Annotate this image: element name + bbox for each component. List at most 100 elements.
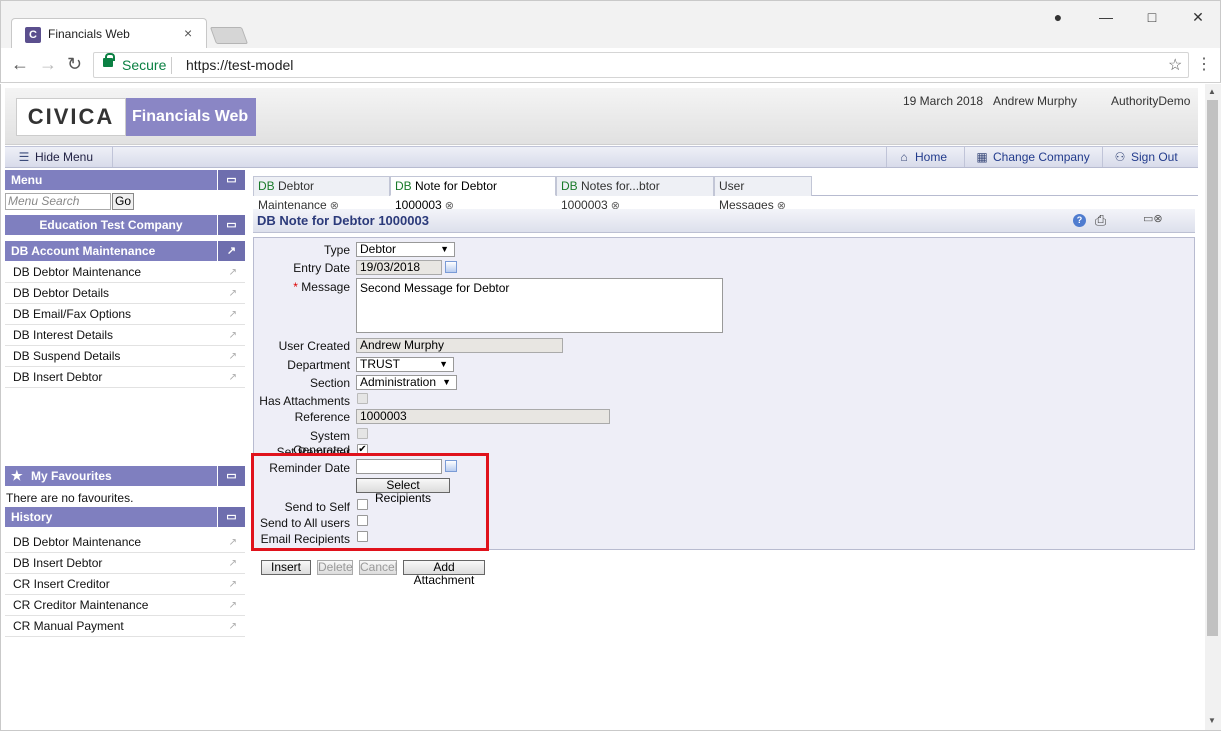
menu-item[interactable]: DB Debtor Maintenance ↗ [5, 262, 245, 283]
vertical-scrollbar[interactable]: ▲ ▼ [1205, 84, 1221, 730]
bookmark-star-icon[interactable]: ☆ [1168, 55, 1182, 75]
browser-tab[interactable]: C Financials Web × [11, 18, 207, 49]
reference-field: 1000003 [356, 409, 610, 424]
new-tab-button[interactable] [209, 27, 249, 44]
history-item[interactable]: CR Insert Creditor ↗ [5, 574, 245, 595]
history-header: History ▭ [5, 507, 245, 527]
tab-user-messages[interactable]: User Messages ⊗ [714, 176, 812, 212]
header-date: 19 March 2018 [903, 94, 984, 108]
hide-menu-button[interactable]: ☰ Hide Menu [5, 147, 113, 167]
open-external-icon[interactable]: ↗ [229, 305, 237, 325]
tab-close-icon[interactable]: × [184, 25, 192, 41]
app-toolbar: ☰ Hide Menu ⌂ Home ▦ Change Company ⚇ Sign O… [5, 146, 1198, 168]
print-icon[interactable]: ⎙ [1095, 212, 1106, 229]
browser-titlebar: C Financials Web × ● — □ ✕ [0, 0, 1221, 49]
panel-toggle-icon[interactable]: ▭ [217, 170, 245, 190]
open-external-icon[interactable]: ↗ [229, 263, 237, 283]
scroll-down-icon[interactable]: ▼ [1208, 716, 1216, 725]
section-header[interactable]: DB Account Maintenance ↗ [5, 241, 245, 261]
header-authority: AuthorityDemo [1111, 94, 1191, 108]
section-folder-icon[interactable]: ↗ [217, 241, 245, 261]
forward-icon[interactable]: → [39, 54, 57, 75]
home-icon: ⌂ [900, 150, 908, 164]
dropdown-arrow-icon: ▼ [439, 359, 448, 369]
user-icon: ⚇ [1114, 150, 1126, 164]
open-external-icon[interactable]: ↗ [229, 596, 237, 616]
insert-button[interactable]: Insert [261, 560, 311, 575]
department-select[interactable]: TRUST ▼ [356, 357, 454, 372]
hide-menu-icon: ☰ [18, 150, 30, 164]
open-external-icon[interactable]: ↗ [229, 326, 237, 346]
form-title: DB Note for Debtor 1000003 [257, 213, 429, 228]
add-attachment-button[interactable]: Add Attachment [403, 560, 485, 587]
url-separator [171, 57, 172, 74]
change-company-button[interactable]: ▦ Change Company [964, 147, 1102, 167]
menu-item[interactable]: DB Insert Debtor ↗ [5, 367, 245, 388]
dropdown-arrow-icon: ▼ [442, 377, 451, 387]
company-toggle-icon[interactable]: ▭ [217, 215, 245, 235]
page-viewport: ▲ ▼ CIVICA Financials Web 19 March 2018 … [0, 84, 1221, 731]
lock-icon [103, 53, 115, 67]
menu-item[interactable]: DB Debtor Details ↗ [5, 283, 245, 304]
home-button[interactable]: ⌂ Home [886, 147, 964, 167]
open-external-icon[interactable]: ↗ [229, 617, 237, 637]
open-external-icon[interactable]: ↗ [229, 347, 237, 367]
browser-menu-icon[interactable]: ⋮ [1196, 54, 1212, 74]
menu-search-input[interactable]: Menu Search [5, 193, 111, 210]
cancel-button[interactable]: Cancel [359, 560, 397, 575]
entry-date-field[interactable]: 19/03/2018 [356, 260, 442, 275]
system-generated-checkbox [357, 428, 368, 439]
secure-label: Secure [122, 57, 167, 73]
open-external-icon[interactable]: ↗ [229, 368, 237, 388]
menu-item[interactable]: DB Suspend Details ↗ [5, 346, 245, 367]
account-icon[interactable]: ● [1048, 9, 1068, 25]
reload-icon[interactable]: ↻ [67, 54, 82, 75]
content-tabs: DB Debtor Maintenance ⊗ DB Note for Debto… [253, 176, 1198, 212]
favourites-header: ★ My Favourites ▭ [5, 466, 245, 486]
favourites-empty: There are no favourites. [6, 491, 134, 505]
menu-item[interactable]: DB Interest Details ↗ [5, 325, 245, 346]
help-icon[interactable]: ? [1073, 214, 1086, 227]
message-label: * Message [293, 280, 350, 294]
building-icon: ▦ [976, 150, 988, 164]
dropdown-arrow-icon: ▼ [440, 244, 449, 254]
back-icon[interactable]: ← [11, 54, 29, 75]
header-user: Andrew Murphy [993, 94, 1078, 108]
tab-debtor-maintenance[interactable]: DB Debtor Maintenance ⊗ [253, 176, 390, 212]
message-textarea[interactable]: Second Message for Debtor [356, 278, 723, 333]
open-external-icon[interactable]: ↗ [229, 554, 237, 574]
open-external-icon[interactable]: ↗ [229, 533, 237, 553]
maximize-icon[interactable]: □ [1142, 9, 1162, 25]
type-select[interactable]: Debtor ▼ [356, 242, 455, 257]
browser-tab-title: Financials Web [48, 27, 130, 41]
civica-logo: CIVICA [16, 98, 126, 136]
company-header: Education Test Company ▭ [5, 215, 245, 235]
menu-go-button[interactable]: Go [112, 193, 134, 210]
history-item[interactable]: CR Creditor Maintenance ↗ [5, 595, 245, 616]
open-external-icon[interactable]: ↗ [229, 284, 237, 304]
menu-item[interactable]: DB Email/Fax Options ↗ [5, 304, 245, 325]
url-bar[interactable]: Secure https://test-model ☆ [93, 52, 1189, 78]
favourites-toggle-icon[interactable]: ▭ [217, 466, 245, 486]
scroll-up-icon[interactable]: ▲ [1208, 87, 1216, 96]
calendar-icon[interactable] [445, 261, 457, 273]
star-icon: ★ [11, 468, 23, 483]
maximize-close-icon[interactable]: ▭⊗ [1143, 212, 1163, 225]
address-bar: ← → ↻ Secure https://test-model ☆ ⋮ [0, 48, 1221, 83]
history-toggle-icon[interactable]: ▭ [217, 507, 245, 527]
delete-button[interactable]: Delete [317, 560, 353, 575]
app-header: CIVICA Financials Web 19 March 2018 Andr… [5, 88, 1198, 145]
scroll-thumb[interactable] [1207, 100, 1218, 636]
history-item[interactable]: CR Manual Payment ↗ [5, 616, 245, 637]
tab-notes-for-debtor[interactable]: DB Notes for...btor 1000003 ⊗ [556, 176, 714, 212]
section-select[interactable]: Administration ▼ [356, 375, 457, 390]
history-item[interactable]: DB Insert Debtor ↗ [5, 553, 245, 574]
sign-out-button[interactable]: ⚇ Sign Out [1102, 147, 1198, 167]
history-item[interactable]: DB Debtor Maintenance ↗ [5, 532, 245, 553]
minimize-icon[interactable]: — [1096, 9, 1116, 25]
tab-note-for-debtor[interactable]: DB Note for Debtor 1000003 ⊗ [390, 176, 556, 212]
open-external-icon[interactable]: ↗ [229, 575, 237, 595]
window-close-icon[interactable]: ✕ [1188, 9, 1208, 26]
required-mark: * [293, 280, 298, 294]
url-text[interactable]: https://test-model [186, 57, 293, 73]
